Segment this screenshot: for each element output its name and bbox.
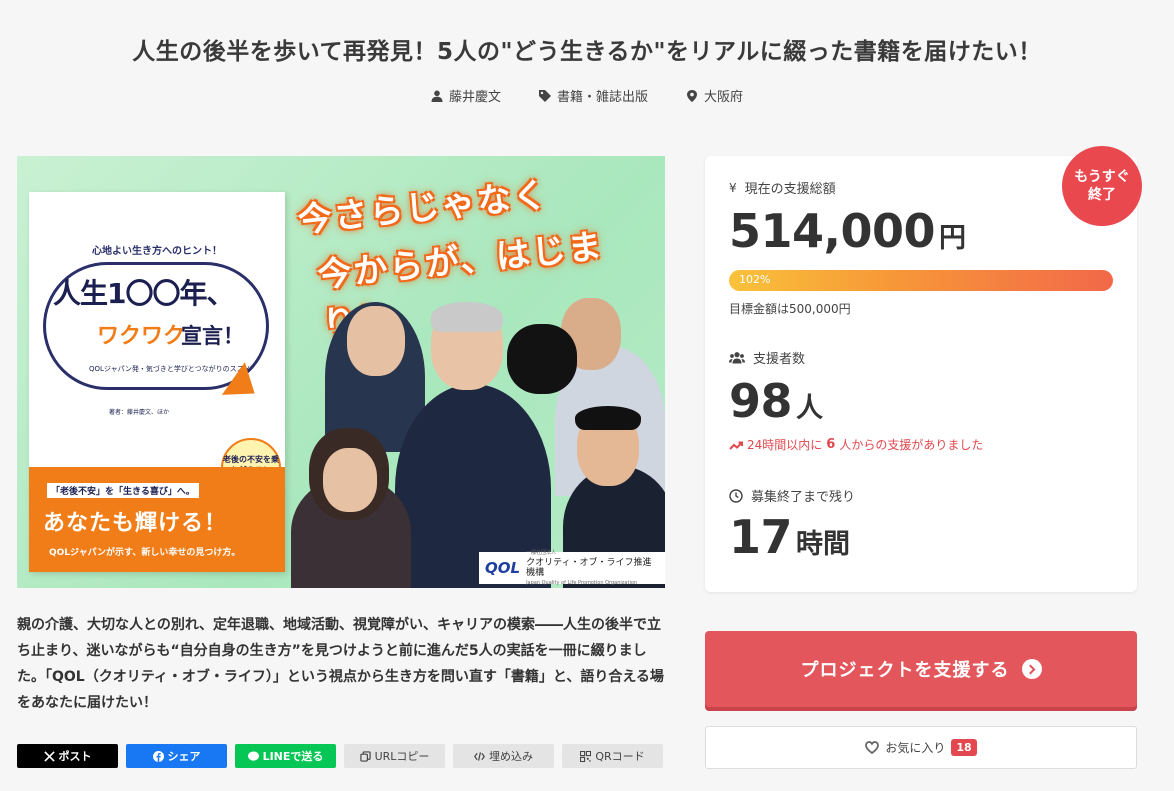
copy-icon	[359, 750, 371, 762]
amount-label-row: ¥ 現在の支援総額	[729, 178, 836, 198]
project-description: 親の介護、大切な人との別れ、定年退職、地域活動、視覚障がい、キャリアの模索――人…	[17, 617, 664, 711]
amount-display: 514,000 円	[729, 204, 966, 258]
org-logo: QOL	[485, 559, 521, 577]
share-buttons: ポスト シェア LINEで送る URLコピー 埋め込み QRコード	[17, 744, 663, 768]
supporters-label: 支援者数	[753, 352, 806, 367]
yen-icon: ¥	[729, 180, 737, 195]
book-band-line1: 「老後不安」を「生きる喜び」へ。	[47, 483, 199, 498]
chevron-right-icon	[1021, 659, 1042, 679]
qr-code-icon	[580, 750, 592, 762]
org-logo-box: QOL 一般社団法人 クオリティ・オブ・ライフ推進機構 Japan Qualit…	[479, 550, 665, 586]
progress-bar: 102%	[729, 270, 1113, 291]
share-line-button[interactable]: LINEで送る	[235, 744, 336, 768]
favorite-label: お気に入り	[885, 741, 946, 755]
qr-code-label: QRコード	[595, 750, 645, 763]
book-subtitle: QOLジャパン発・気づきと学びとつながりのススメ	[89, 365, 251, 373]
amount-value: 514,000	[729, 204, 936, 258]
dog	[507, 324, 577, 394]
supporters-unit: 人	[796, 393, 824, 424]
recent-support-note: 24時間以内に 6 人からの支援がありました	[729, 436, 983, 453]
category-name: 書籍・雑誌出版	[556, 90, 648, 105]
project-main-image: 心地よい生き方へのヒント！ 人生1〇〇年、 ワクワク 宣言！ QOLジャパン発・…	[17, 156, 665, 588]
location-link[interactable]: 大阪府	[686, 86, 743, 105]
book-title-line3: 宣言！	[181, 324, 244, 348]
org-name: クオリティ・オブ・ライフ推進機構	[526, 558, 652, 578]
heart-icon	[865, 741, 880, 754]
user-icon	[431, 90, 443, 102]
remaining-value: 17	[729, 510, 793, 564]
amount-unit: 円	[939, 223, 967, 254]
users-icon	[729, 352, 745, 364]
project-meta: 藤井慶文 書籍・雑誌出版 大阪府	[0, 86, 1174, 105]
amount-label: 現在の支援総額	[744, 182, 836, 197]
copy-url-label: URLコピー	[374, 750, 430, 763]
trend-count: 6	[826, 437, 836, 452]
favorite-button[interactable]: お気に入り 18	[705, 726, 1137, 769]
funding-status-card: ¥ 現在の支援総額 514,000 円 102% 目標金額は500,000円 支…	[705, 156, 1137, 592]
facebook-logo-icon	[152, 750, 164, 762]
map-pin-icon	[687, 89, 697, 102]
category-link[interactable]: 書籍・雑誌出版	[538, 86, 648, 105]
book-cover: 心地よい生き方へのヒント！ 人生1〇〇年、 ワクワク 宣言！ QOLジャパン発・…	[29, 192, 285, 572]
book-title-line1: 人生1〇〇年、	[53, 277, 234, 310]
x-logo-icon	[43, 750, 55, 762]
book-band-line3: QOLジャパンが示す、新しい幸せの見つけ方。	[49, 548, 241, 558]
remaining-label-row: 募集終了まで残り	[729, 486, 855, 505]
share-x-button[interactable]: ポスト	[17, 744, 118, 768]
qr-code-button[interactable]: QRコード	[562, 744, 663, 768]
ending-badge-line2: 終了	[1088, 187, 1116, 203]
owner-name: 藤井慶文	[448, 90, 501, 105]
person-2-hair	[431, 302, 503, 332]
trend-prefix: 24時間以内に	[747, 438, 823, 452]
location-name: 大阪府	[704, 90, 744, 105]
code-icon	[474, 751, 485, 761]
favorite-count: 18	[951, 739, 977, 756]
embed-button[interactable]: 埋め込み	[453, 744, 554, 768]
share-x-label: ポスト	[58, 750, 92, 763]
embed-label: 埋め込み	[489, 750, 533, 763]
person-1-head	[347, 306, 405, 376]
org-type: 一般社団法人	[526, 550, 557, 556]
share-facebook-label: シェア	[167, 750, 201, 763]
share-line-label: LINEで送る	[262, 750, 324, 763]
share-facebook-button[interactable]: シェア	[126, 744, 227, 768]
progress-percent: 102%	[739, 273, 771, 286]
person-4-hair	[575, 406, 641, 430]
remaining-unit: 時間	[796, 529, 851, 560]
project-title: 人生の後半を歩いて再発見！5人の"どう生きるか"をリアルに綴った書籍を届けたい！	[132, 39, 1042, 65]
copy-url-button[interactable]: URLコピー	[344, 744, 445, 768]
supporters-label-row: 支援者数	[729, 348, 805, 367]
org-text: 一般社団法人 クオリティ・オブ・ライフ推進機構 Japan Quality of…	[526, 548, 659, 588]
remaining-display: 17 時間	[729, 510, 850, 564]
supporters-display: 98 人	[729, 374, 823, 428]
supporters-value: 98	[729, 374, 793, 428]
clock-icon	[729, 488, 743, 503]
book-band-line2: あなたも輝ける！	[43, 511, 228, 536]
support-project-button[interactable]: プロジェクトを支援する	[705, 631, 1137, 707]
book-author: 著者：藤井慶文、ほか	[109, 409, 170, 416]
owner-link[interactable]: 藤井慶文	[431, 86, 501, 105]
remaining-label: 募集終了まで残り	[751, 490, 856, 505]
ending-badge-line1: もうすぐ	[1074, 169, 1130, 185]
trending-up-icon	[729, 441, 743, 450]
org-en: Japan Quality of Life Promotion Organiza…	[526, 580, 638, 586]
trend-suffix: 人からの支援がありました	[839, 438, 984, 452]
book-title-line2: ワクワク	[97, 324, 186, 349]
goal-amount: 目標金額は500,000円	[729, 302, 851, 316]
support-project-label: プロジェクトを支援する	[800, 660, 1010, 681]
line-logo-icon	[247, 750, 259, 761]
book-hint: 心地よい生き方へのヒント！	[92, 246, 222, 257]
tag-icon	[538, 89, 551, 102]
ending-soon-badge: もうすぐ 終了	[1062, 146, 1142, 226]
person-5-face	[323, 448, 377, 512]
book-band: 「老後不安」を「生きる喜び」へ。 あなたも輝ける！ QOLジャパンが示す、新しい…	[29, 467, 285, 572]
